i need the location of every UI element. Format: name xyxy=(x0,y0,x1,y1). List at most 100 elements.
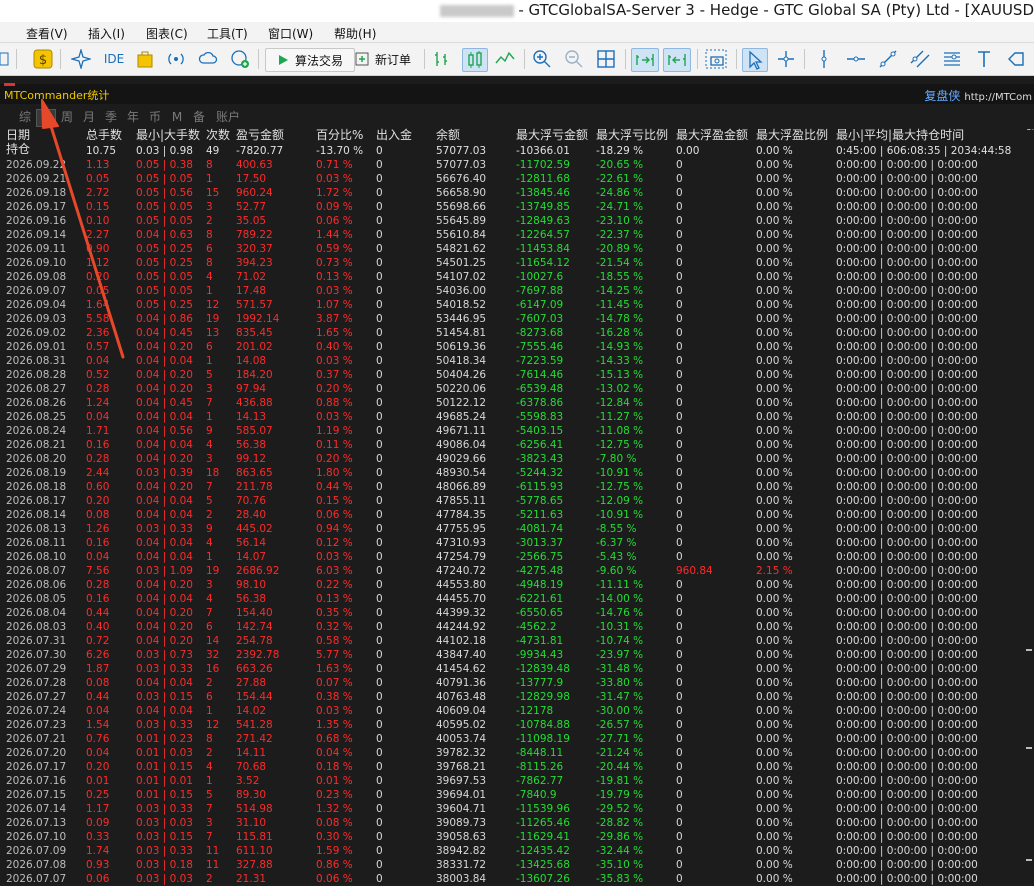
table-row[interactable]: 2026.08.31 0.04 0.04 | 0.04 1 14.08 0.03 % 0 50… xyxy=(0,354,1034,368)
fibonacci-icon[interactable] xyxy=(941,48,963,70)
table-row[interactable]: 2026.07.29 1.87 0.03 | 0.33 16 663.26 1.63 % 0… xyxy=(0,662,1034,676)
col-date-header[interactable]: 日期 xyxy=(6,128,30,142)
tile-windows-icon[interactable] xyxy=(595,48,617,70)
horizontal-line-icon[interactable] xyxy=(845,48,867,70)
table-row[interactable]: 2026.09.21 0.05 0.05 | 0.05 1 17.50 0.03 % 0 56… xyxy=(0,172,1034,186)
table-row[interactable]: 2026.07.08 0.93 0.03 | 0.18 11 327.88 0.86 % 0… xyxy=(0,858,1034,872)
col-float-profit-header[interactable]: 最大浮盈金额 xyxy=(676,128,748,142)
col-minmax-header[interactable]: 最小|大手数 xyxy=(136,128,200,142)
table-row[interactable]: 2026.07.10 0.33 0.03 | 0.15 7 115.81 0.30 % 0 3… xyxy=(0,830,1034,844)
col-float-loss-pct-header[interactable]: 最大浮亏比例 xyxy=(596,128,668,142)
menu-help[interactable]: 帮助(H) xyxy=(334,25,376,42)
summary-row[interactable]: 持仓 10.75 0.03 | 0.98 49 -7820.77 -13.70 … xyxy=(0,142,1034,158)
table-row[interactable]: 2026.09.22 1.13 0.05 | 0.38 8 400.63 0.71 % 0 5… xyxy=(0,158,1034,172)
menu-window[interactable]: 窗口(W) xyxy=(268,25,313,42)
table-row[interactable]: 2026.07.31 0.72 0.04 | 0.20 14 254.78 0.58 % 0… xyxy=(0,634,1034,648)
table-row[interactable]: 2026.08.17 0.20 0.04 | 0.04 5 70.76 0.15 % 0 47… xyxy=(0,494,1034,508)
col-balance-header[interactable]: 余额 xyxy=(436,128,460,142)
table-row[interactable]: 2026.07.21 0.76 0.01 | 0.23 8 271.42 0.68 % 0 4… xyxy=(0,732,1034,746)
tab-summary[interactable]: 综 xyxy=(16,109,34,125)
chart-icon[interactable] xyxy=(0,48,10,70)
auto-scroll-icon[interactable] xyxy=(631,48,659,72)
cursor-icon[interactable] xyxy=(742,48,768,72)
table-row[interactable]: 2026.08.04 0.44 0.04 | 0.20 7 154.40 0.35 % 0 4… xyxy=(0,606,1034,620)
table-row[interactable]: 2026.08.27 0.28 0.04 | 0.20 3 97.94 0.20 % 0 50… xyxy=(0,382,1034,396)
table-row[interactable]: 2026.08.19 2.44 0.03 | 0.39 18 863.65 1.80 % 0… xyxy=(0,466,1034,480)
col-io-header[interactable]: 出入金 xyxy=(376,128,412,142)
col-pct-header[interactable]: 百分比% xyxy=(316,128,363,142)
table-row[interactable]: 2026.07.24 0.04 0.04 | 0.04 1 14.02 0.03 % 0 40… xyxy=(0,704,1034,718)
table-row[interactable]: 2026.07.30 6.26 0.03 | 0.73 32 2392.78 5.77 %… xyxy=(0,648,1034,662)
table-row[interactable]: 2026.09.08 0.20 0.05 | 0.05 4 71.02 0.13 % 0 54… xyxy=(0,270,1034,284)
table-row[interactable]: 2026.08.05 0.16 0.04 | 0.04 4 56.38 0.13 % 0 44… xyxy=(0,592,1034,606)
table-row[interactable]: 2026.08.06 0.28 0.04 | 0.20 3 98.10 0.22 % 0 44… xyxy=(0,578,1034,592)
table-row[interactable]: 2026.09.02 2.36 0.04 | 0.45 13 835.45 1.65 % 0… xyxy=(0,326,1034,340)
table-row[interactable]: 2026.09.17 0.15 0.05 | 0.05 3 52.77 0.09 % 0 55… xyxy=(0,200,1034,214)
table-row[interactable]: 2026.09.10 1.12 0.05 | 0.25 8 394.23 0.73 % 0 5… xyxy=(0,256,1034,270)
table-row[interactable]: 2026.09.04 1.64 0.05 | 0.25 12 571.57 1.07 % 0… xyxy=(0,298,1034,312)
tab-magic[interactable]: M xyxy=(168,109,186,125)
col-count-header[interactable]: 次数 xyxy=(206,128,230,142)
signals-icon[interactable] xyxy=(165,48,187,70)
table-row[interactable]: 2026.07.16 0.01 0.01 | 0.01 1 3.52 0.01 % 0 396… xyxy=(0,774,1034,788)
arrow-label-icon[interactable] xyxy=(1005,48,1027,70)
menu-charts[interactable]: 图表(C) xyxy=(146,25,188,42)
table-row[interactable]: 2026.08.26 1.24 0.04 | 0.45 7 436.88 0.88 % 0 5… xyxy=(0,396,1034,410)
tab-currency[interactable]: 币 xyxy=(146,109,164,125)
table-row[interactable]: 2026.08.11 0.16 0.04 | 0.04 4 56.14 0.12 % 0 47… xyxy=(0,536,1034,550)
table-row[interactable]: 2026.07.20 0.04 0.01 | 0.03 2 14.11 0.04 % 0 39… xyxy=(0,746,1034,760)
tab-quarterly[interactable]: 季 xyxy=(102,109,120,125)
vps-cloud-icon[interactable] xyxy=(197,48,219,70)
table-scrollbar[interactable] xyxy=(1022,130,1034,884)
table-row[interactable]: 2026.07.14 1.17 0.03 | 0.33 7 514.98 1.32 % 0 3… xyxy=(0,802,1034,816)
table-row[interactable]: 2026.09.14 2.27 0.04 | 0.63 8 789.22 1.44 % 0 5… xyxy=(0,228,1034,242)
tab-yearly[interactable]: 年 xyxy=(124,109,142,125)
table-row[interactable]: 2026.09.07 0.05 0.05 | 0.05 1 17.48 0.03 % 0 54… xyxy=(0,284,1034,298)
tab-account[interactable]: 账户 xyxy=(214,109,242,125)
tab-monthly[interactable]: 月 xyxy=(80,109,98,125)
candlestick-icon[interactable] xyxy=(462,48,488,72)
table-row[interactable]: 2026.08.07 7.56 0.03 | 1.09 19 2686.92 6.03 %… xyxy=(0,564,1034,578)
equidistant-channel-icon[interactable] xyxy=(909,48,931,70)
new-order-button[interactable]: 新订单 xyxy=(350,48,416,70)
menu-view[interactable]: 查看(V) xyxy=(26,25,68,42)
table-row[interactable]: 2026.08.13 1.26 0.03 | 0.33 9 445.02 0.94 % 0 4… xyxy=(0,522,1034,536)
table-row[interactable]: 2026.09.11 0.90 0.05 | 0.25 6 320.37 0.59 % 0 5… xyxy=(0,242,1034,256)
menu-tools[interactable]: 工具(T) xyxy=(207,25,248,42)
tab-daily[interactable]: 日 xyxy=(36,109,56,127)
col-lots-header[interactable]: 总手数 xyxy=(86,128,122,142)
table-row[interactable]: 2026.07.17 0.20 0.01 | 0.15 4 70.68 0.18 % 0 39… xyxy=(0,760,1034,774)
table-row[interactable]: 2026.09.01 0.57 0.04 | 0.20 6 201.02 0.40 % 0 5… xyxy=(0,340,1034,354)
table-row[interactable]: 2026.09.18 2.72 0.05 | 0.56 15 960.24 1.72 % 0… xyxy=(0,186,1034,200)
text-tool-icon[interactable] xyxy=(973,48,995,70)
zoom-out-icon[interactable] xyxy=(563,48,585,70)
table-row[interactable]: 2026.08.25 0.04 0.04 | 0.04 1 14.13 0.03 % 0 49… xyxy=(0,410,1034,424)
bar-chart-icon[interactable] xyxy=(430,48,452,70)
table-row[interactable]: 2026.07.13 0.09 0.03 | 0.03 3 31.10 0.08 % 0 39… xyxy=(0,816,1034,830)
menu-insert[interactable]: 插入(I) xyxy=(88,25,125,42)
table-row[interactable]: 2026.07.15 0.25 0.01 | 0.15 5 89.30 0.23 % 0 39… xyxy=(0,788,1034,802)
table-row[interactable]: 2026.09.03 5.58 0.04 | 0.86 19 1992.14 3.87 %… xyxy=(0,312,1034,326)
crosshair-icon[interactable] xyxy=(775,48,797,70)
tab-weekly[interactable]: 周 xyxy=(58,109,76,125)
line-chart-icon[interactable] xyxy=(494,48,516,70)
table-row[interactable]: 2026.07.28 0.08 0.04 | 0.04 2 27.88 0.07 % 0 40… xyxy=(0,676,1034,690)
table-row[interactable]: 2026.08.14 0.08 0.04 | 0.04 2 28.40 0.06 % 0 47… xyxy=(0,508,1034,522)
trendline-icon[interactable] xyxy=(877,48,899,70)
table-row[interactable]: 2026.07.23 1.54 0.03 | 0.33 12 541.28 1.35 % 0… xyxy=(0,718,1034,732)
vertical-line-icon[interactable] xyxy=(813,48,835,70)
col-float-loss-header[interactable]: 最大浮亏金额 xyxy=(516,128,588,142)
credit-url[interactable]: http://MTCom xyxy=(964,92,1032,103)
table-row[interactable]: 2026.08.20 0.28 0.04 | 0.20 3 99.12 0.20 % 0 49… xyxy=(0,452,1034,466)
table-row[interactable]: 2026.08.24 1.71 0.04 | 0.56 9 585.07 1.19 % 0 4… xyxy=(0,424,1034,438)
col-hold-time-header[interactable]: 最小|平均|最大持仓时间 xyxy=(836,128,964,142)
table-row[interactable]: 2026.08.28 0.52 0.04 | 0.20 5 184.20 0.37 % 0 5… xyxy=(0,368,1034,382)
screenshot-icon[interactable] xyxy=(704,48,728,70)
table-row[interactable]: 2026.07.09 1.74 0.03 | 0.33 11 611.10 1.59 % 0… xyxy=(0,844,1034,858)
table-row[interactable]: 2026.08.18 0.60 0.04 | 0.20 7 211.78 0.44 % 0 4… xyxy=(0,480,1034,494)
chart-shift-icon[interactable] xyxy=(663,48,691,72)
tab-notes[interactable]: 备 xyxy=(190,109,208,125)
table-row[interactable]: 2026.09.16 0.10 0.05 | 0.05 2 35.05 0.06 % 0 55… xyxy=(0,214,1034,228)
table-row[interactable]: 2026.08.21 0.16 0.04 | 0.04 4 56.38 0.11 % 0 49… xyxy=(0,438,1034,452)
web-add-icon[interactable] xyxy=(229,48,251,70)
